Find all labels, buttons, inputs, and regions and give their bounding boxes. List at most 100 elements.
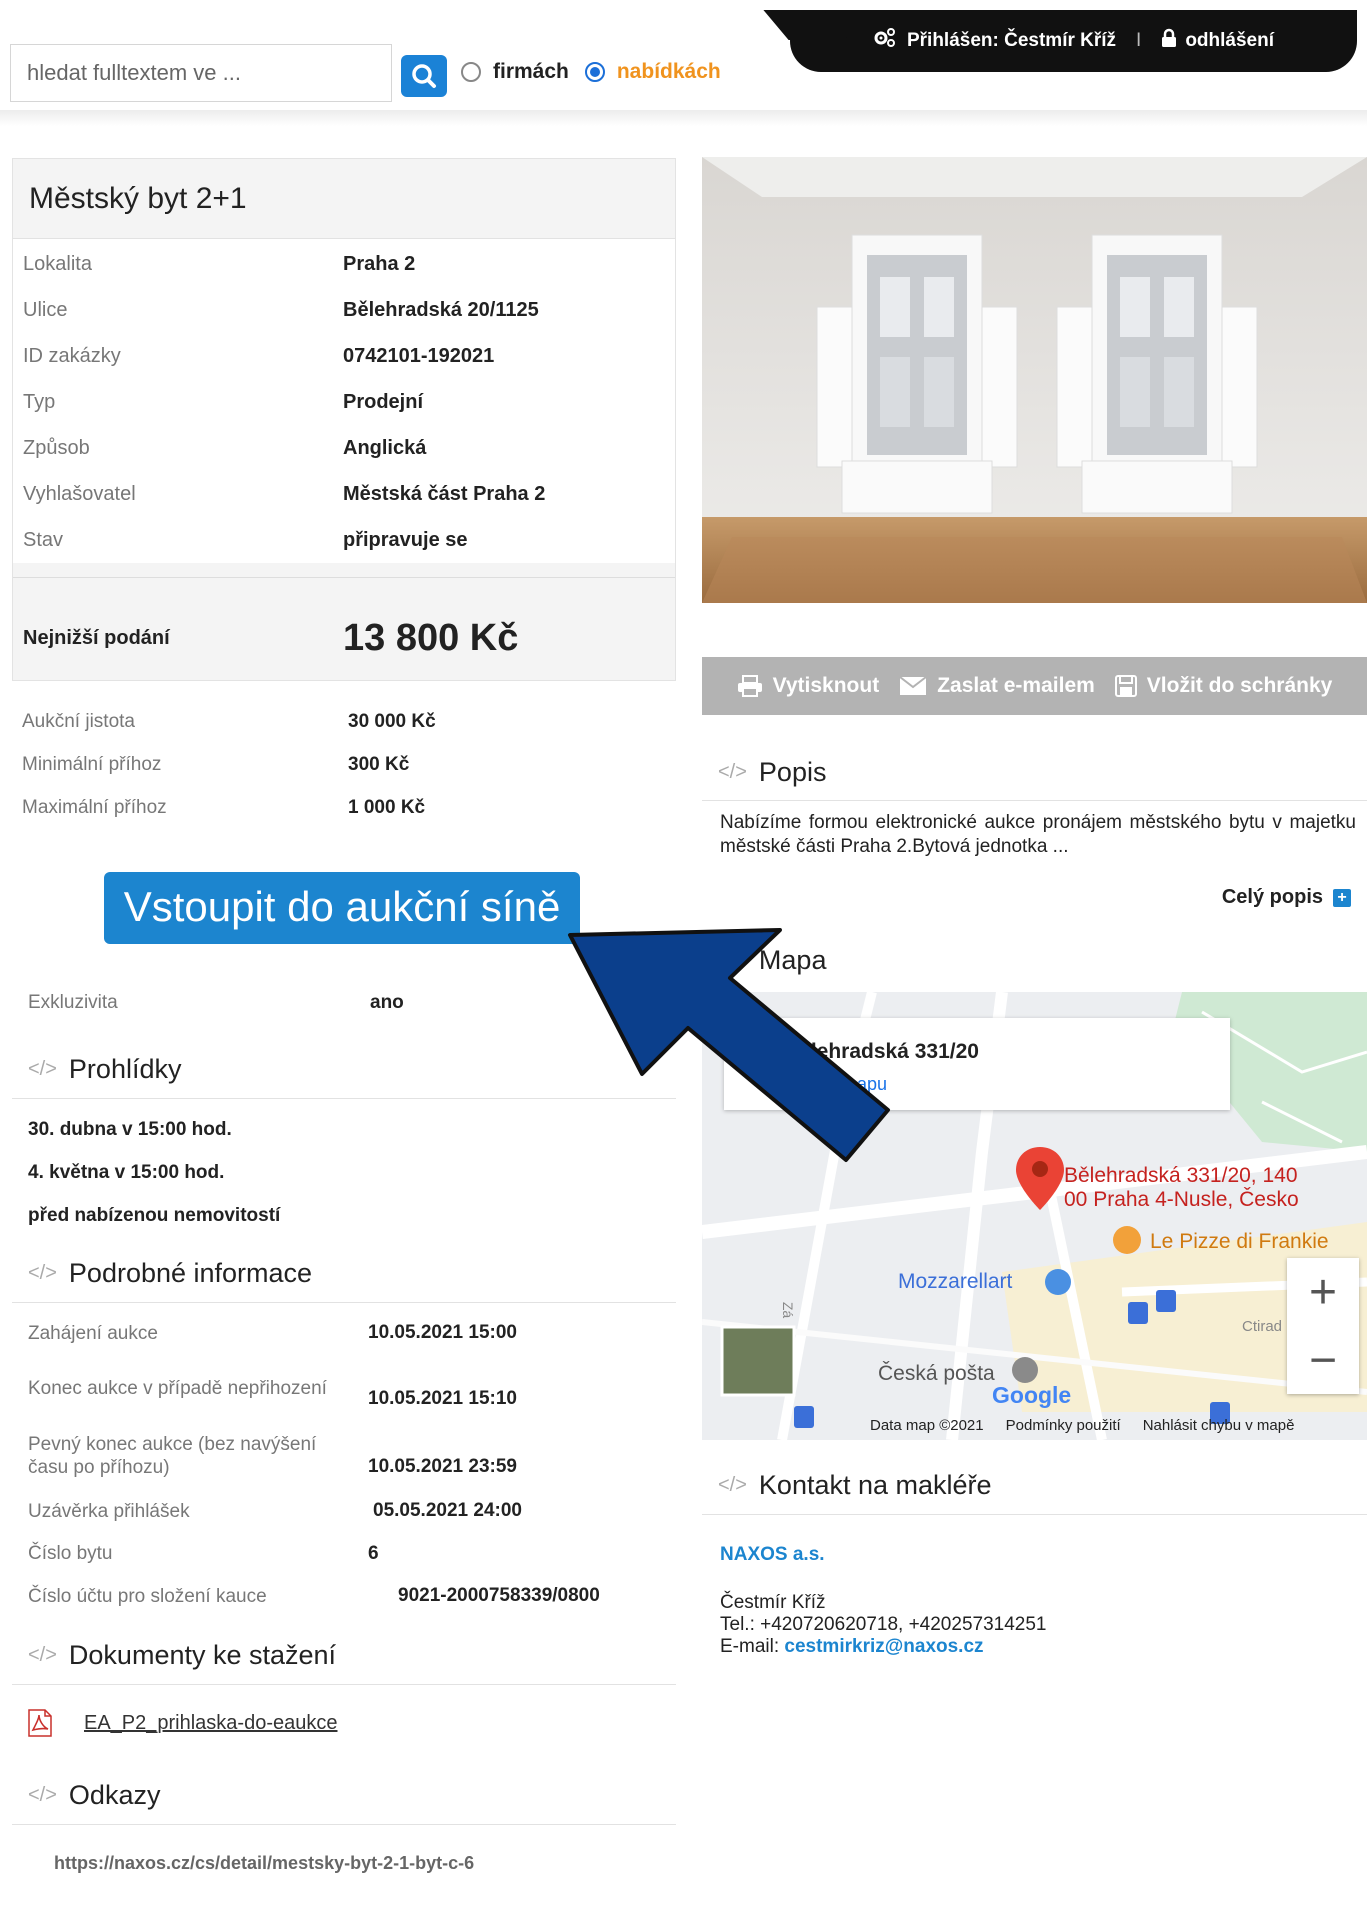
map-terms-link[interactable]: Podmínky použití <box>1006 1417 1121 1434</box>
table-row: Číslo účtu pro složení kauce 9021-2000758… <box>28 1575 600 1617</box>
visits-heading: </> Prohlídky <box>28 1054 181 1085</box>
detail-value: 10.05.2021 15:10 <box>368 1388 517 1409</box>
code-icon: </> <box>28 1058 57 1080</box>
contact-company-link[interactable]: NAXOS a.s. <box>720 1544 825 1566</box>
description-heading-text: Popis <box>758 757 827 787</box>
map-poi-pizza: Le Pizze di Frankie <box>1150 1230 1329 1253</box>
table-row: Číslo bytu 6 <box>28 1532 600 1575</box>
user-bar: Přihlášen: Čestmír Kříž I odhlášení <box>790 10 1357 72</box>
detail-value: 9021-2000758339/0800 <box>398 1585 600 1606</box>
code-icon: </> <box>718 1474 747 1496</box>
clipboard-button[interactable]: Vložit do schránky <box>1114 674 1332 698</box>
email-button[interactable]: Zaslat e-mailem <box>899 674 1095 698</box>
table-row: Zahájení aukce 10.05.2021 15:00 <box>28 1312 600 1354</box>
detail-label: Zahájení aukce <box>28 1322 158 1344</box>
list-item: EA_P2_prihlaska-do-eaukce <box>26 1708 338 1738</box>
auction-label: Minimální příhoz <box>22 753 162 775</box>
radio-firms[interactable] <box>461 62 481 82</box>
detail-label: Uzávěrka přihlášek <box>28 1500 190 1522</box>
section-divider <box>702 800 1367 801</box>
full-description-label: Celý popis <box>1221 886 1323 908</box>
detail-value: 10.05.2021 23:59 <box>368 1456 517 1477</box>
section-divider <box>12 1684 676 1685</box>
google-logo: Google <box>992 1382 1072 1408</box>
listing-field: Vyhlašovatel Městská část Praha 2 <box>13 471 675 517</box>
print-label: Vytisknout <box>772 674 880 697</box>
field-value: připravuje se <box>343 528 468 551</box>
table-row: Pevný konec aukce (bez navýšení času po … <box>28 1422 600 1490</box>
field-label: Lokalita <box>23 252 92 275</box>
section-divider <box>12 1302 676 1303</box>
details-heading: </> Podrobné informace <box>28 1258 312 1289</box>
auction-row: Minimální příhoz 300 Kč <box>22 743 436 786</box>
code-icon: </> <box>28 1262 57 1284</box>
description-text: Nabízíme formou elektronické aukce proná… <box>720 812 1356 857</box>
map-report-link[interactable]: Nahlásit chybu v mapě <box>1143 1417 1295 1434</box>
detail-label: Pevný konec aukce (bez navýšení času po … <box>28 1434 317 1478</box>
user-bar-separator: I <box>1136 30 1142 51</box>
search-input[interactable]: hledat fulltextem ve ... <box>10 44 392 102</box>
listing-field: Způsob Anglická <box>13 425 675 471</box>
map-data-credit: Data map ©2021 <box>870 1416 984 1434</box>
auction-value: 1 000 Kč <box>348 796 426 818</box>
auction-label: Aukční jistota <box>22 710 135 732</box>
lock-icon <box>1161 28 1177 54</box>
links-heading-text: Odkazy <box>68 1780 161 1810</box>
header-divider <box>0 110 1367 126</box>
field-label: Typ <box>23 390 56 413</box>
visits-heading-text: Prohlídky <box>68 1054 182 1084</box>
field-label: Vyhlašovatel <box>23 482 136 505</box>
contact-phone: Tel.: +420720620718, +420257314251 <box>720 1614 1047 1635</box>
map-poi-post: Česká pošta <box>878 1362 995 1385</box>
table-row: Konec aukce v případě nepřihození 10.05.2… <box>28 1354 600 1422</box>
field-label: Ulice <box>23 298 68 321</box>
pdf-icon <box>28 1709 52 1737</box>
documents-heading: </> Dokumenty ke stažení <box>28 1640 336 1671</box>
listing-field: Ulice Bělehradská 20/1125 <box>13 287 675 333</box>
auction-row: Maximální příhoz 1 000 Kč <box>22 786 436 829</box>
print-button[interactable]: Vytisknout <box>737 674 880 698</box>
contact-heading: </> Kontakt na makléře <box>718 1470 992 1501</box>
radio-offers[interactable] <box>584 62 605 82</box>
section-divider <box>702 1514 1367 1515</box>
details-table: Zahájení aukce 10.05.2021 15:00 Konec auk… <box>28 1312 600 1617</box>
full-description-link[interactable]: Celý popis + <box>1222 886 1351 909</box>
zoom-out-button[interactable]: − <box>1287 1326 1359 1394</box>
field-value: Městská část Praha 2 <box>343 482 546 505</box>
search-button[interactable] <box>401 55 447 97</box>
min-bid-row: Nejnižší podání 13 800 Kč <box>13 577 675 699</box>
field-label: ID zakázky <box>23 344 121 367</box>
detail-value: 10.05.2021 15:00 <box>368 1322 517 1343</box>
detail-value: 05.05.2021 24:00 <box>373 1500 522 1521</box>
enter-auction-button[interactable]: Vstoupit do aukční síně <box>104 872 580 944</box>
exclusivity-value: ano <box>370 992 404 1013</box>
radio-firms-label[interactable]: firmách <box>493 60 569 84</box>
field-value: Bělehradská 20/1125 <box>343 298 539 321</box>
zoom-in-button[interactable]: + <box>1287 1258 1359 1326</box>
action-toolbar: Vytisknout Zaslat e-mailem Vložit do sch… <box>702 657 1367 715</box>
property-photo[interactable] <box>702 157 1367 603</box>
plus-icon: + <box>1333 888 1351 907</box>
envelope-icon <box>899 676 927 696</box>
map-pin-label: Bělehradská 331/20, 140 00 Praha 4-Nusle… <box>1064 1164 1299 1212</box>
logged-in-user[interactable]: Přihlášen: Čestmír Kříž <box>907 30 1116 52</box>
radio-offers-label[interactable]: nabídkách <box>617 60 721 84</box>
code-icon: </> <box>718 761 747 783</box>
search-icon <box>412 64 436 88</box>
auction-row: Aukční jistota 30 000 Kč <box>22 700 436 743</box>
listing-url[interactable]: https://naxos.cz/cs/detail/mestsky-byt-2… <box>54 1853 474 1874</box>
map-street-label: Ctirad <box>1242 1318 1283 1335</box>
printer-icon <box>737 675 763 697</box>
auction-terms: Aukční jistota 30 000 Kč Minimální příhoz… <box>22 700 436 829</box>
document-link[interactable]: EA_P2_prihlaska-do-eaukce <box>84 1712 338 1735</box>
detail-label: Konec aukce v případě nepřihození <box>28 1377 327 1399</box>
detail-label: Číslo bytu <box>28 1543 113 1564</box>
email-label: Zaslat e-mailem <box>937 674 1095 697</box>
contact-name: Čestmír Kříž <box>720 1592 826 1613</box>
detail-label: Číslo účtu pro složení kauce <box>28 1585 267 1607</box>
auction-value: 30 000 Kč <box>348 710 436 732</box>
listing-field: Typ Prodejní <box>13 379 675 425</box>
links-heading: </> Odkazy <box>28 1780 160 1811</box>
logout-link[interactable]: odhlášení <box>1185 30 1274 52</box>
contact-email-link[interactable]: cestmirkriz@naxos.cz <box>784 1636 983 1657</box>
